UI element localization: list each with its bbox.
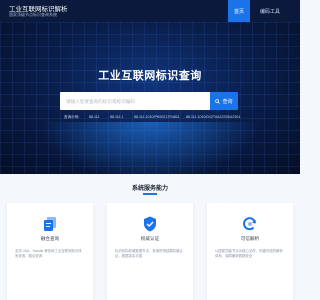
refresh-cycle-icon <box>243 217 256 231</box>
search-icon <box>215 98 221 104</box>
service-card-authoritative-cert[interactable]: 权威认证 标识机构权威数据节点，查询所得结果权威认证，数据真实可靠 <box>107 203 193 300</box>
nav-item-home[interactable]: 首页 <box>228 0 250 22</box>
brand-subtitle: 国家顶级节点标识查询系统 <box>9 12 57 17</box>
card-title: 可信解析 <box>240 236 260 241</box>
service-card-trusted-resolution[interactable]: 可信解析 以国家顶级节点为核心支撑，构建可信的解析体系，保障解析数据安全 <box>207 203 293 300</box>
search-button[interactable]: 查询 <box>210 92 238 110</box>
search-input[interactable] <box>60 92 210 110</box>
example-link[interactable]: 88.111.1 <box>110 115 123 119</box>
section-title-underline <box>143 193 157 195</box>
card-description: 支持 VAA、Handle 等多种工业互联网标识体系查询，融合查询 <box>15 249 82 259</box>
hero-glow <box>40 122 260 174</box>
top-header: 工业互联网标识解析 国家顶级节点标识查询系统 首页 编码工具 <box>0 0 300 22</box>
card-description: 标识机构权威数据节点，查询所得结果权威认证，数据真实可靠 <box>115 249 183 259</box>
example-link[interactable]: 88.111.1010/PK00217R4811 <box>134 115 180 119</box>
example-link[interactable]: 88.111.1010/0X2T0A22S0N12301 <box>186 115 240 119</box>
hero-banner: 工业互联网标识查询 查询 查询示例: 88.111 88.111.1 88.11… <box>0 22 300 174</box>
examples-label: 查询示例: <box>64 115 80 119</box>
query-examples: 查询示例: 88.111 88.111.1 88.111.1010/PK0021… <box>64 115 264 123</box>
example-link[interactable]: 88.111 <box>89 115 99 119</box>
card-title: 融合查询 <box>40 236 60 241</box>
search-button-label: 查询 <box>222 98 233 105</box>
shield-check-icon <box>144 216 156 232</box>
document-stack-icon <box>44 217 56 231</box>
card-title: 权威认证 <box>140 236 160 241</box>
nav-item-encoding-tools[interactable]: 编码工具 <box>260 0 280 22</box>
section-title: 系统服务能力 <box>131 186 168 192</box>
card-description: 以国家顶级节点为核心支撑，构建可信的解析体系，保障解析数据安全 <box>215 249 283 259</box>
hero-title: 工业互联网标识查询 <box>98 70 202 82</box>
service-card-fusion-query[interactable]: 融合查询 支持 VAA、Handle 等多种工业互联网标识体系查询，融合查询 <box>7 203 93 300</box>
